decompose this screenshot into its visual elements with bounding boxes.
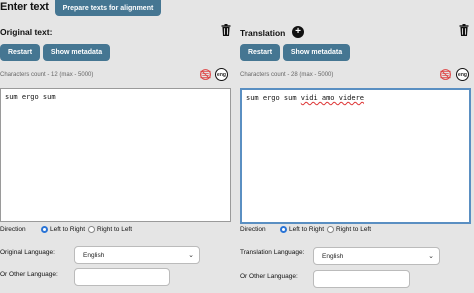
page-title: Enter text xyxy=(0,1,49,13)
rtl-label-translation: Right to Left xyxy=(336,226,372,233)
chevron-down-icon: ⌄ xyxy=(188,252,194,259)
original-text-area[interactable]: sum ergo sum xyxy=(0,88,231,222)
show-metadata-button-translation[interactable]: Show metadata xyxy=(283,44,350,61)
radio-rtl-translation[interactable] xyxy=(327,226,334,233)
ltr-label-translation: Left to Right xyxy=(289,226,325,233)
radio-ltr-translation[interactable] xyxy=(280,226,287,233)
add-translation-icon[interactable]: + xyxy=(292,26,304,38)
original-language-select[interactable]: English ⌄ xyxy=(74,246,200,264)
show-metadata-button-original[interactable]: Show metadata xyxy=(43,44,110,61)
original-language-value: English xyxy=(83,251,105,259)
restart-button-original[interactable]: Restart xyxy=(0,44,40,61)
trash-icon[interactable] xyxy=(221,24,231,36)
no-spellcheck-icon[interactable] xyxy=(440,69,451,80)
translation-other-language-input[interactable] xyxy=(313,270,410,288)
character-count-translation: Characters count - 28 (max - 5000) xyxy=(240,72,334,78)
translation-title: Translation xyxy=(240,28,286,38)
character-count-original: Characters count - 12 (max - 5000) xyxy=(0,72,94,78)
translation-text-area[interactable]: sum ergo sum vidi amo videre xyxy=(240,88,471,224)
translation-language-select[interactable]: English ⌄ xyxy=(313,247,440,265)
flagged-words: vidi amo videre xyxy=(300,94,365,102)
translation-language-label: Translation Language: xyxy=(240,249,305,256)
restart-button-translation[interactable]: Restart xyxy=(240,44,280,61)
direction-label-original: Direction xyxy=(0,226,26,233)
no-spellcheck-icon[interactable] xyxy=(200,69,211,80)
translation-language-value: English xyxy=(322,252,344,260)
radio-rtl-original[interactable] xyxy=(88,226,95,233)
radio-ltr-original[interactable] xyxy=(41,226,48,233)
trash-icon[interactable] xyxy=(459,24,469,36)
translation-other-language-label: Or Other Language: xyxy=(240,273,298,280)
direction-label-translation: Direction xyxy=(240,226,266,233)
language-badge-translation[interactable]: eng xyxy=(456,68,469,81)
rtl-label-original: Right to Left xyxy=(97,226,133,233)
original-other-language-input[interactable] xyxy=(74,268,170,286)
chevron-down-icon: ⌄ xyxy=(428,253,434,260)
original-other-language-label: Or Other Language: xyxy=(0,271,58,278)
prepare-texts-button[interactable]: Prepare texts for alignment xyxy=(55,0,161,16)
language-badge-original[interactable]: eng xyxy=(215,68,228,81)
original-language-label: Original Language: xyxy=(0,249,55,256)
original-text-title: Original text: xyxy=(0,27,53,37)
ltr-label-original: Left to Right xyxy=(50,226,86,233)
